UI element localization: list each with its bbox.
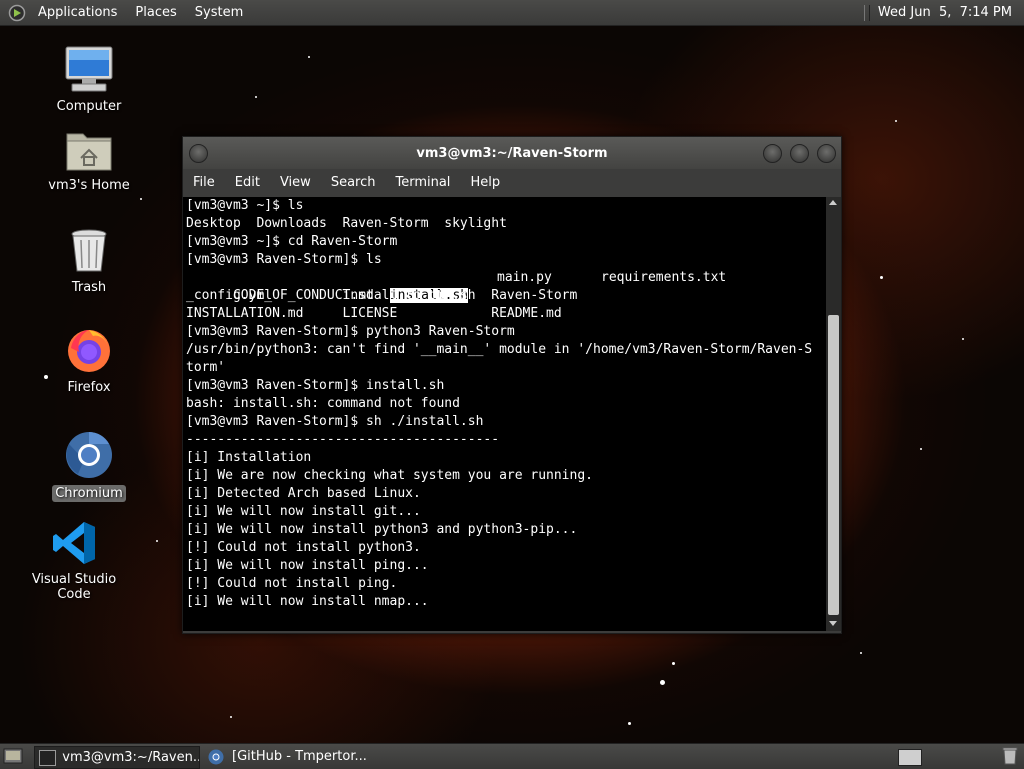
trash-icon xyxy=(69,228,109,274)
chromium-icon xyxy=(64,430,114,480)
terminal-line: [i] Detected Arch based Linux. xyxy=(186,486,421,501)
menu-file[interactable]: File xyxy=(183,175,225,190)
star xyxy=(660,680,665,685)
maximize-button[interactable] xyxy=(790,144,809,163)
terminal-line: [!] Could not install ping. xyxy=(186,576,398,591)
ls-entry: requirements.txt xyxy=(601,270,727,285)
star xyxy=(156,540,158,542)
desktop-icon-vscode[interactable]: Visual Studio Code xyxy=(14,520,134,602)
terminal-line: [i] We will now install ping... xyxy=(186,558,429,573)
star xyxy=(255,96,257,98)
terminal-line: _config.yml install_to_bin.sh Raven-Stor… xyxy=(186,288,578,303)
taskbar-item-browser[interactable]: [GitHub - Tmpertor... xyxy=(204,746,374,767)
desktop-icon-computer[interactable]: Computer xyxy=(29,45,149,114)
desktop-icon-chromium[interactable]: Chromium xyxy=(29,430,149,502)
system-menu[interactable]: System xyxy=(189,5,249,20)
star xyxy=(880,276,883,279)
scroll-up-arrow-icon[interactable] xyxy=(829,200,837,205)
star xyxy=(308,56,310,58)
terminal-line: [vm3@vm3 ~]$ ls xyxy=(186,198,304,213)
terminal-line: INSTALLATION.md LICENSE README.md xyxy=(186,306,562,321)
star xyxy=(672,662,675,665)
terminal-window[interactable]: vm3@vm3:~/Raven-Storm File Edit View Sea… xyxy=(182,136,842,634)
places-menu[interactable]: Places xyxy=(129,5,182,20)
menu-help[interactable]: Help xyxy=(460,175,510,190)
taskbar-item-label: vm3@vm3:~/Raven... xyxy=(62,750,199,765)
clock[interactable]: Wed Jun 5, 7:14 PM xyxy=(878,5,1012,20)
terminal-line: [vm3@vm3 Raven-Storm]$ python3 Raven-Sto… xyxy=(186,324,515,339)
desktop-icon-label: Visual Studio Code xyxy=(31,572,117,602)
distro-logo-icon[interactable] xyxy=(8,4,26,22)
terminal-scrollbar[interactable] xyxy=(826,197,841,631)
terminal-menubar: File Edit View Search Terminal Help xyxy=(183,169,841,195)
window-menu-button[interactable] xyxy=(189,144,208,163)
star xyxy=(140,198,142,200)
trash-applet-icon[interactable] xyxy=(1002,747,1018,765)
close-button[interactable] xyxy=(817,144,836,163)
vscode-icon xyxy=(51,520,97,566)
terminal-line: [i] Installation xyxy=(186,450,312,465)
scrollbar-thumb[interactable] xyxy=(828,315,839,615)
terminal-line: [!] Could not install python3. xyxy=(186,540,421,555)
ls-entry: main.py xyxy=(497,270,552,285)
terminal-line: [vm3@vm3 Raven-Storm]$ install.sh xyxy=(186,378,445,393)
scroll-down-arrow-icon[interactable] xyxy=(829,621,837,626)
terminal-line: bash: install.sh: command not found xyxy=(186,396,460,411)
panel-separator xyxy=(863,4,870,21)
terminal-line: [i] We will now install nmap... xyxy=(186,594,429,609)
minimize-button[interactable] xyxy=(763,144,782,163)
star xyxy=(920,448,922,450)
window-title: vm3@vm3:~/Raven-Storm xyxy=(416,145,608,161)
terminal-line: [i] We will now install python3 and pyth… xyxy=(186,522,578,537)
chromium-icon xyxy=(208,749,224,765)
menu-view[interactable]: View xyxy=(270,175,321,190)
terminal-line: [vm3@vm3 ~]$ cd Raven-Storm xyxy=(186,234,398,249)
show-desktop-icon[interactable] xyxy=(3,747,23,765)
taskbar-item-label: [GitHub - Tmpertor... xyxy=(232,749,367,764)
menu-terminal[interactable]: Terminal xyxy=(385,175,460,190)
menu-search[interactable]: Search xyxy=(321,175,386,190)
computer-icon xyxy=(64,45,114,93)
star xyxy=(230,716,232,718)
star xyxy=(628,722,631,725)
terminal-line: [vm3@vm3 Raven-Storm]$ sh ./install.sh xyxy=(186,414,484,429)
terminal-line: [i] We are now checking what system you … xyxy=(186,468,593,483)
window-titlebar[interactable]: vm3@vm3:~/Raven-Storm xyxy=(183,137,841,169)
desktop-icon-label: Trash xyxy=(71,280,107,295)
terminal-line: [i] We will now install git... xyxy=(186,504,421,519)
star xyxy=(895,120,897,122)
menu-edit[interactable]: Edit xyxy=(225,175,270,190)
top-panel: Applications Places System Wed Jun 5, 7:… xyxy=(0,0,1024,26)
workspace-switcher[interactable] xyxy=(898,749,922,766)
star xyxy=(860,652,862,654)
home-folder-icon xyxy=(65,128,113,172)
firefox-icon xyxy=(65,326,113,374)
bottom-panel: vm3@vm3:~/Raven... [GitHub - Tmpertor... xyxy=(0,743,1024,769)
desktop-icon-label: Firefox xyxy=(67,380,111,395)
desktop-icon-home[interactable]: vm3's Home xyxy=(29,128,149,193)
terminal-line: [vm3@vm3 Raven-Storm]$ ls xyxy=(186,252,382,267)
terminal-icon xyxy=(39,749,57,766)
terminal-line: Desktop Downloads Raven-Storm skylight xyxy=(186,216,507,231)
applications-menu[interactable]: Applications xyxy=(32,5,123,20)
terminal-line: torm' xyxy=(186,360,226,375)
desktop-icon-trash[interactable]: Trash xyxy=(29,228,149,295)
terminal-output[interactable]: [vm3@vm3 ~]$ ls Desktop Downloads Raven-… xyxy=(183,197,826,631)
taskbar-item-terminal[interactable]: vm3@vm3:~/Raven... xyxy=(34,746,200,769)
terminal-line: ---------------------------------------- xyxy=(186,432,500,447)
star xyxy=(962,338,964,340)
desktop-icon-label: Computer xyxy=(56,99,122,114)
clock-area: Wed Jun 5, 7:14 PM xyxy=(863,4,1012,21)
terminal-line: /usr/bin/python3: can't find '__main__' … xyxy=(186,342,813,357)
desktop-icon-firefox[interactable]: Firefox xyxy=(29,326,149,395)
desktop-icon-label: vm3's Home xyxy=(48,178,130,193)
desktop-icon-label: Chromium xyxy=(52,485,126,502)
